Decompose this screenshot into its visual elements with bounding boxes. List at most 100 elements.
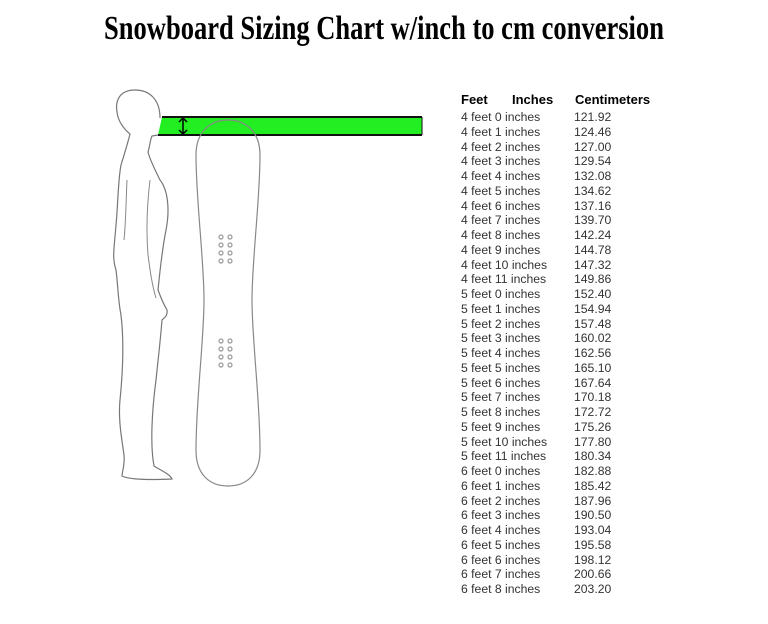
height-cm: 132.08 [574,169,612,183]
table-row: 4 feet 9 inches 144.78 [461,243,650,258]
table-row: 5 feet 1 inches 154.94 [461,302,650,317]
height-cm: 147.32 [574,257,612,272]
size-range-band [158,116,423,136]
height-cm: 182.88 [574,464,612,478]
height-cm: 185.42 [574,478,612,493]
height-cm: 200.66 [574,567,612,582]
height-cm: 172.72 [574,405,612,419]
height-imperial: 5 feet 2 inches [461,316,541,331]
table-body: 4 feet 0 inches 121.92 4 feet 1 inches 124.… [461,110,650,597]
height-imperial: 4 feet 6 inches [461,198,541,213]
height-imperial: 5 feet 5 inches [461,360,541,375]
table-row: 6 feet 8 inches 203.20 [461,582,650,597]
person-outline [113,89,173,481]
table-row: 4 feet 1 inches 124.46 [461,125,650,140]
height-imperial: 5 feet 10 inches [461,434,548,449]
height-imperial: 6 feet 0 inches [461,464,541,478]
table-row: 6 feet 1 inches 185.42 [461,479,650,494]
height-imperial: 4 feet 3 inches [461,154,541,169]
binding-inserts-lower [218,338,233,368]
table-row: 4 feet 10 inches 147.32 [461,258,650,273]
table-row: 5 feet 2 inches 157.48 [461,317,650,332]
height-cm: 195.58 [574,537,612,552]
table-row: 6 feet 6 inches 198.12 [461,553,650,568]
header-inches: Inches [512,92,554,107]
table-row: 6 feet 7 inches 200.66 [461,567,650,582]
height-cm: 177.80 [574,434,612,449]
binding-inserts-upper [218,234,233,264]
table-row: 5 feet 11 inches 180.34 [461,449,650,464]
height-imperial: 5 feet 3 inches [461,331,541,346]
table-row: 4 feet 11 inches 149.86 [461,272,650,287]
height-imperial: 4 feet 5 inches [461,183,541,198]
height-imperial: 5 feet 6 inches [461,375,541,390]
table-row: 4 feet 6 inches 137.16 [461,199,650,214]
table-row: 5 feet 0 inches 152.40 [461,287,650,302]
table-row: 4 feet 5 inches 134.62 [461,184,650,199]
table-row: 5 feet 4 inches 162.56 [461,346,650,361]
height-imperial: 4 feet 11 inches [461,272,547,287]
table-row: 5 feet 6 inches 167.64 [461,376,650,391]
table-row: 4 feet 2 inches 127.00 [461,140,650,155]
height-imperial: 6 feet 8 inches [461,582,541,596]
height-cm: 144.78 [574,242,612,257]
table-row: 4 feet 7 inches 139.70 [461,213,650,228]
table-row: 5 feet 7 inches 170.18 [461,390,650,405]
table-header: Feet Inches Centimeters [461,92,650,110]
height-cm: 134.62 [574,183,612,198]
height-imperial: 4 feet 4 inches [461,169,541,183]
height-imperial: 6 feet 3 inches [461,508,541,523]
height-cm: 170.18 [574,390,612,405]
height-cm: 142.24 [574,228,612,242]
table-row: 6 feet 0 inches 182.88 [461,464,650,479]
height-imperial: 4 feet 0 inches [461,110,541,124]
height-imperial: 6 feet 2 inches [461,493,541,508]
height-imperial: 5 feet 7 inches [461,390,541,405]
height-cm: 129.54 [574,154,612,169]
height-imperial: 4 feet 9 inches [461,242,541,257]
conversion-table: Feet Inches Centimeters 4 feet 0 inches 121… [461,92,650,597]
height-imperial: 6 feet 1 inches [461,478,541,493]
table-row: 5 feet 10 inches 177.80 [461,435,650,450]
height-cm: 180.34 [574,449,612,464]
table-row: 4 feet 0 inches 121.92 [461,110,650,125]
height-cm: 187.96 [574,493,612,508]
height-imperial: 4 feet 2 inches [461,139,541,154]
height-cm: 167.64 [574,375,612,390]
height-imperial: 6 feet 6 inches [461,552,541,567]
height-imperial: 4 feet 8 inches [461,228,541,242]
table-row: 6 feet 2 inches 187.96 [461,494,650,509]
height-imperial: 6 feet 4 inches [461,523,541,537]
header-feet: Feet [461,92,488,107]
height-cm: 121.92 [574,110,612,124]
table-row: 6 feet 5 inches 195.58 [461,538,650,553]
height-imperial: 5 feet 0 inches [461,287,541,301]
height-cm: 198.12 [574,552,612,567]
height-imperial: 5 feet 8 inches [461,405,541,419]
snowboard-outline [195,119,261,487]
height-imperial: 6 feet 7 inches [461,567,541,582]
height-cm: 160.02 [574,331,612,346]
height-imperial: 6 feet 5 inches [461,537,541,552]
table-row: 5 feet 9 inches 175.26 [461,420,650,435]
height-cm: 127.00 [574,139,612,154]
height-cm: 175.26 [574,419,612,434]
height-imperial: 5 feet 1 inches [461,301,541,316]
sizing-illustration [113,89,423,487]
height-cm: 152.40 [574,287,612,301]
height-cm: 193.04 [574,523,612,537]
height-imperial: 4 feet 10 inches [461,257,548,272]
height-cm: 137.16 [574,198,612,213]
table-row: 5 feet 8 inches 172.72 [461,405,650,420]
table-row: 4 feet 8 inches 142.24 [461,228,650,243]
height-imperial: 5 feet 11 inches [461,449,547,464]
table-row: 6 feet 4 inches 193.04 [461,523,650,538]
height-imperial: 5 feet 9 inches [461,419,541,434]
height-cm: 190.50 [574,508,612,523]
height-cm: 149.86 [574,272,612,287]
height-cm: 157.48 [574,316,612,331]
header-centimeters: Centimeters [575,92,651,107]
height-cm: 162.56 [574,346,612,360]
height-cm: 165.10 [574,360,612,375]
table-row: 4 feet 3 inches 129.54 [461,154,650,169]
